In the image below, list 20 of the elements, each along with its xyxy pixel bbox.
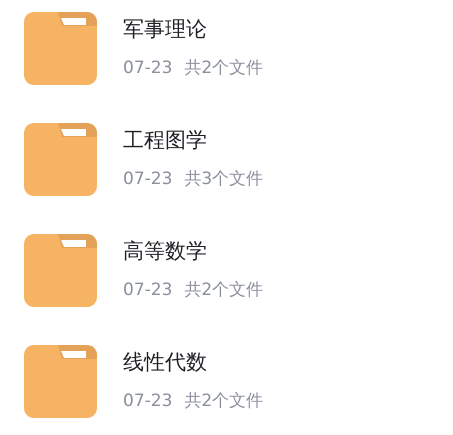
folder-item[interactable]: 军事理论 07-23 共2个文件 (24, 12, 453, 123)
folder-name: 军事理论 (123, 16, 208, 43)
folder-item[interactable]: 工程图学 07-23 共3个文件 (24, 123, 453, 234)
file-count: 共3个文件 (184, 168, 264, 190)
file-count: 共2个文件 (184, 279, 264, 301)
folder-item[interactable]: 线性代数 07-23 共2个文件 (24, 345, 453, 418)
folder-date: 07-23 (123, 57, 172, 79)
folder-date: 07-23 (123, 390, 172, 412)
folder-name: 线性代数 (123, 349, 208, 376)
file-count: 共2个文件 (184, 57, 264, 79)
folder-name: 高等数学 (123, 238, 208, 265)
folder-item[interactable]: 高等数学 07-23 共2个文件 (24, 234, 453, 345)
folder-date: 07-23 (123, 168, 172, 190)
file-count: 共2个文件 (184, 390, 264, 412)
folder-name: 工程图学 (123, 127, 208, 154)
folder-date: 07-23 (123, 279, 172, 301)
folder-icon (24, 345, 97, 418)
folder-icon (24, 234, 97, 307)
folder-icon (24, 123, 97, 196)
folder-icon (24, 12, 97, 85)
